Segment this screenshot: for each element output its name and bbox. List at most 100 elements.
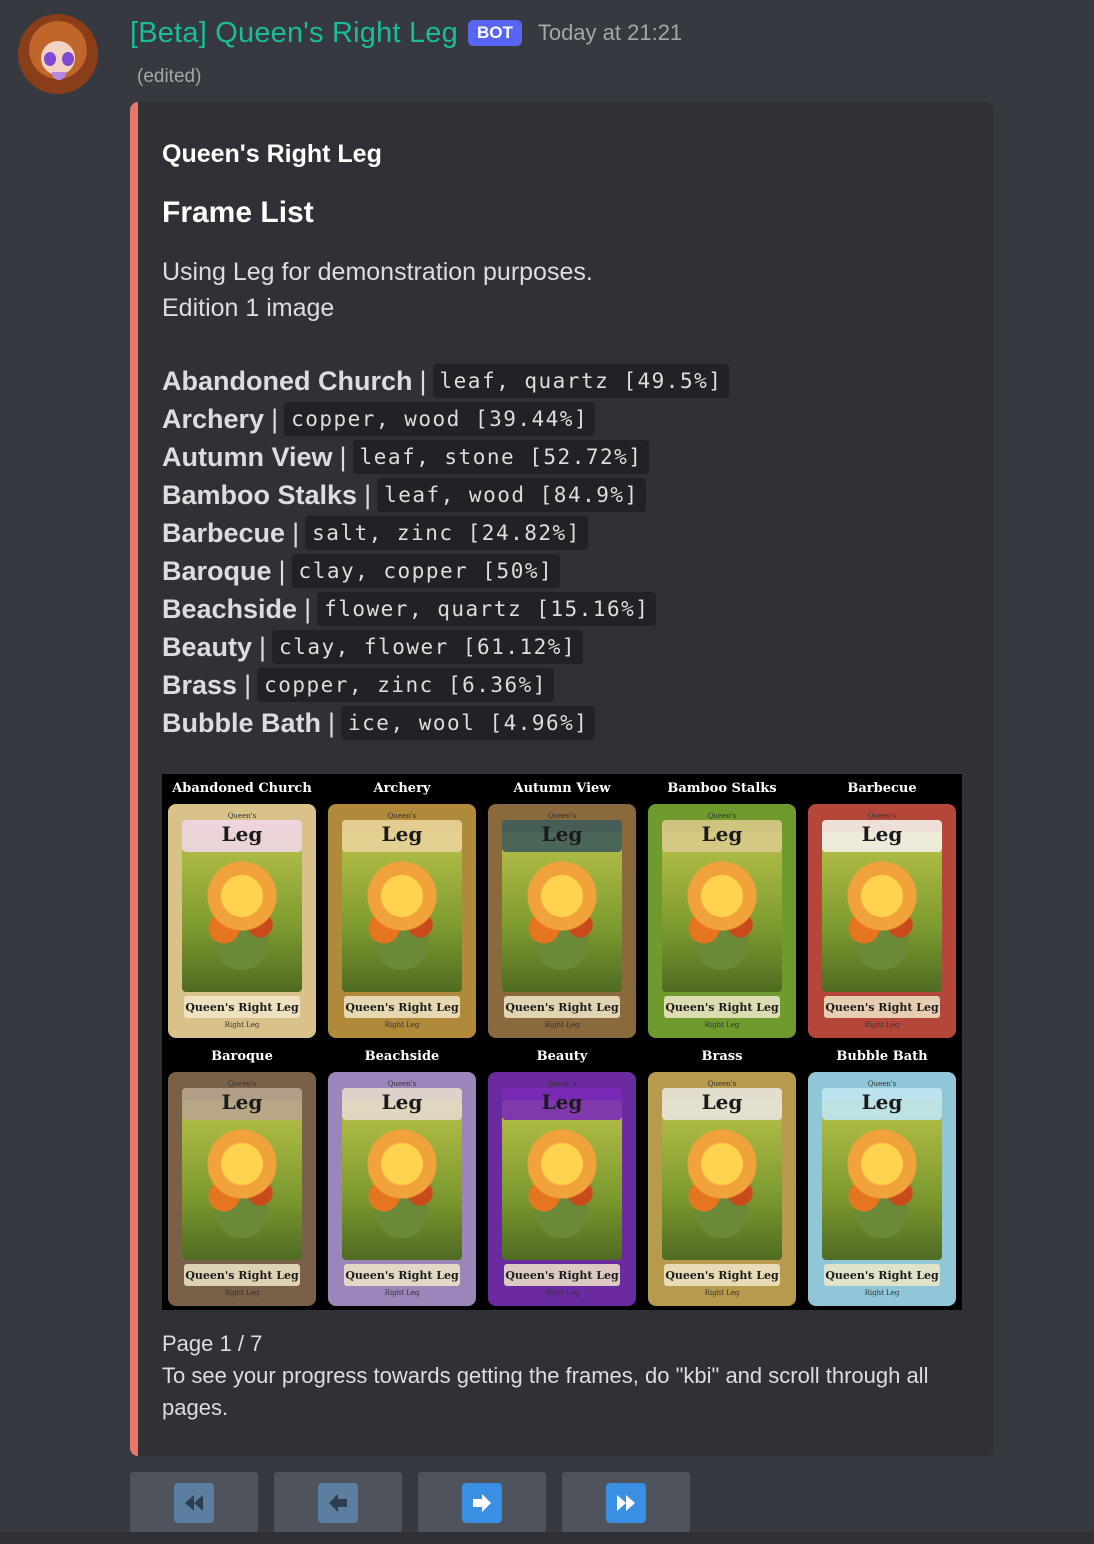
card-top-tag: Queen's xyxy=(227,812,257,820)
embed-footer: Page 1 / 7 To see your progress towards … xyxy=(162,1328,962,1424)
frame-separator: | xyxy=(271,403,279,434)
frame-name: Beauty xyxy=(162,631,253,662)
frame-list-item: Beachside | flower, quartz [15.16%] xyxy=(162,590,729,628)
card-name: Queen's Right Leg xyxy=(345,1269,459,1282)
frame-preview-label: Autumn View xyxy=(513,781,611,796)
frame-preview-label: Bubble Bath xyxy=(836,1049,928,1064)
card-bottom-tag: Right Leg xyxy=(864,1289,900,1297)
frame-preview-card: Queen's Leg Queen's Right Leg Right Leg xyxy=(808,1072,956,1306)
frame-materials-code: salt, zinc [24.82%] xyxy=(305,516,588,550)
card-top-tag: Queen's xyxy=(867,1080,897,1088)
frame-materials-code: leaf, quartz [49.5%] xyxy=(432,364,730,398)
frame-list-item: Baroque | clay, copper [50%] xyxy=(162,552,729,590)
frame-materials-code: ice, wool [4.96%] xyxy=(341,706,596,740)
frame-name: Bamboo Stalks xyxy=(162,479,358,510)
frame-preview-card: Queen's Leg Queen's Right Leg Right Leg xyxy=(488,804,636,1038)
card-artwork xyxy=(662,832,782,992)
next-page-button[interactable] xyxy=(418,1472,546,1534)
frame-materials-code: clay, flower [61.12%] xyxy=(272,630,584,664)
frame-preview-cell: Brass Queen's Leg Queen's Right Leg Right Le… xyxy=(642,1042,802,1310)
frame-preview-cell: Bamboo Stalks Queen's Leg Queen's Right Leg… xyxy=(642,774,802,1042)
frame-list-item: Abandoned Church | leaf, quartz [49.5%] xyxy=(162,362,730,400)
card-bottom-tag: Right Leg xyxy=(704,1021,740,1029)
card-title: Leg xyxy=(701,1090,743,1114)
card-name: Queen's Right Leg xyxy=(825,1269,939,1282)
frame-materials-code: leaf, wood [84.9%] xyxy=(377,478,646,512)
frame-preview-cell: Abandoned Church Queen's Leg Queen's Right … xyxy=(162,774,322,1042)
frame-preview-label: Bamboo Stalks xyxy=(667,781,777,796)
card-name: Queen's Right Leg xyxy=(185,1269,299,1282)
frame-separator: | xyxy=(419,365,427,396)
card-artwork xyxy=(822,832,942,992)
card-bottom-tag: Right Leg xyxy=(224,1289,260,1297)
fast-forward-icon xyxy=(606,1483,646,1523)
description-line: Edition 1 image xyxy=(162,294,335,322)
frame-separator: | xyxy=(364,479,372,510)
rewind-icon xyxy=(174,1483,214,1523)
card-title: Leg xyxy=(381,1090,423,1114)
avatar-eye xyxy=(62,52,74,66)
description-line: Using Leg for demonstration purposes. xyxy=(162,258,593,286)
card-bottom-tag: Right Leg xyxy=(384,1021,420,1029)
frame-preview-label: Archery xyxy=(373,781,431,796)
card-title: Leg xyxy=(221,1090,263,1114)
frame-name: Bubble Bath xyxy=(162,707,321,738)
embed-author: Queen's Right Leg xyxy=(162,140,382,168)
frames-preview-image[interactable]: Abandoned Church Queen's Leg Queen's Right … xyxy=(162,774,962,1310)
frame-preview-card: Queen's Leg Queen's Right Leg Right Leg xyxy=(488,1072,636,1306)
frame-materials-code: flower, quartz [15.16%] xyxy=(317,592,657,626)
footer-page: Page 1 / 7 xyxy=(162,1331,263,1356)
frame-preview-cell: Baroque Queen's Leg Queen's Right Leg Right … xyxy=(162,1042,322,1310)
card-top-tag: Queen's xyxy=(387,1080,417,1088)
previous-page-button[interactable] xyxy=(274,1472,402,1534)
card-title: Leg xyxy=(861,1090,903,1114)
frame-list-item: Barbecue | salt, zinc [24.82%] xyxy=(162,514,729,552)
message-header: [Beta] Queen's Right Leg BOT Today at 21… xyxy=(130,12,682,54)
card-bottom-tag: Right Leg xyxy=(384,1289,420,1297)
card-title: Leg xyxy=(701,822,743,846)
left-arrow-icon xyxy=(318,1483,358,1523)
card-artwork xyxy=(342,832,462,992)
frame-materials-code: copper, wood [39.44%] xyxy=(284,402,596,436)
card-name: Queen's Right Leg xyxy=(665,1269,779,1282)
last-page-button[interactable] xyxy=(562,1472,690,1534)
embed-title: Frame List xyxy=(162,196,314,229)
message-timestamp: Today at 21:21 xyxy=(537,20,683,45)
card-artwork xyxy=(662,1100,782,1260)
card-artwork xyxy=(342,1100,462,1260)
frame-preview-card: Queen's Leg Queen's Right Leg Right Leg xyxy=(328,804,476,1038)
card-name: Queen's Right Leg xyxy=(505,1269,619,1282)
frame-materials-code: clay, copper [50%] xyxy=(291,554,561,588)
frame-preview-cell: Archery Queen's Leg Queen's Right Leg Right … xyxy=(322,774,482,1042)
embed-card: Queen's Right Leg Frame List Using Leg f… xyxy=(130,102,994,1456)
bot-username[interactable]: [Beta] Queen's Right Leg xyxy=(130,17,458,50)
frame-preview-cell: Autumn View Queen's Leg Queen's Right Leg Ri… xyxy=(482,774,642,1042)
frame-preview-label: Abandoned Church xyxy=(172,781,312,796)
card-top-tag: Queen's xyxy=(387,812,417,820)
card-artwork xyxy=(182,1100,302,1260)
bottom-divider xyxy=(0,1532,1094,1544)
first-page-button[interactable] xyxy=(130,1472,258,1534)
frame-preview-label: Brass xyxy=(701,1049,743,1064)
frame-preview-card: Queen's Leg Queen's Right Leg Right Leg xyxy=(648,1072,796,1306)
card-top-tag: Queen's xyxy=(707,1080,737,1088)
frame-name: Baroque xyxy=(162,555,272,586)
frame-preview-card: Queen's Leg Queen's Right Leg Right Leg xyxy=(328,1072,476,1306)
frame-materials-code: copper, zinc [6.36%] xyxy=(257,668,554,702)
card-artwork xyxy=(502,1100,622,1260)
frame-materials-code: leaf, stone [52.72%] xyxy=(352,440,650,474)
frame-separator: | xyxy=(339,441,347,472)
frame-separator: | xyxy=(259,631,267,662)
card-bottom-tag: Right Leg xyxy=(544,1021,580,1029)
card-bottom-tag: Right Leg xyxy=(224,1021,260,1029)
frame-separator: | xyxy=(328,707,336,738)
embed-description: Using Leg for demonstration purposes. Ed… xyxy=(162,254,593,326)
frame-list-item: Autumn View | leaf, stone [52.72%] xyxy=(162,438,729,476)
card-bottom-tag: Right Leg xyxy=(544,1289,580,1297)
frame-preview-card: Queen's Leg Queen's Right Leg Right Leg xyxy=(168,804,316,1038)
card-bottom-tag: Right Leg xyxy=(704,1289,740,1297)
bot-avatar[interactable] xyxy=(18,14,98,94)
frame-preview-label: Barbecue xyxy=(847,781,917,796)
frame-name: Beachside xyxy=(162,593,298,624)
frame-separator: | xyxy=(278,555,286,586)
